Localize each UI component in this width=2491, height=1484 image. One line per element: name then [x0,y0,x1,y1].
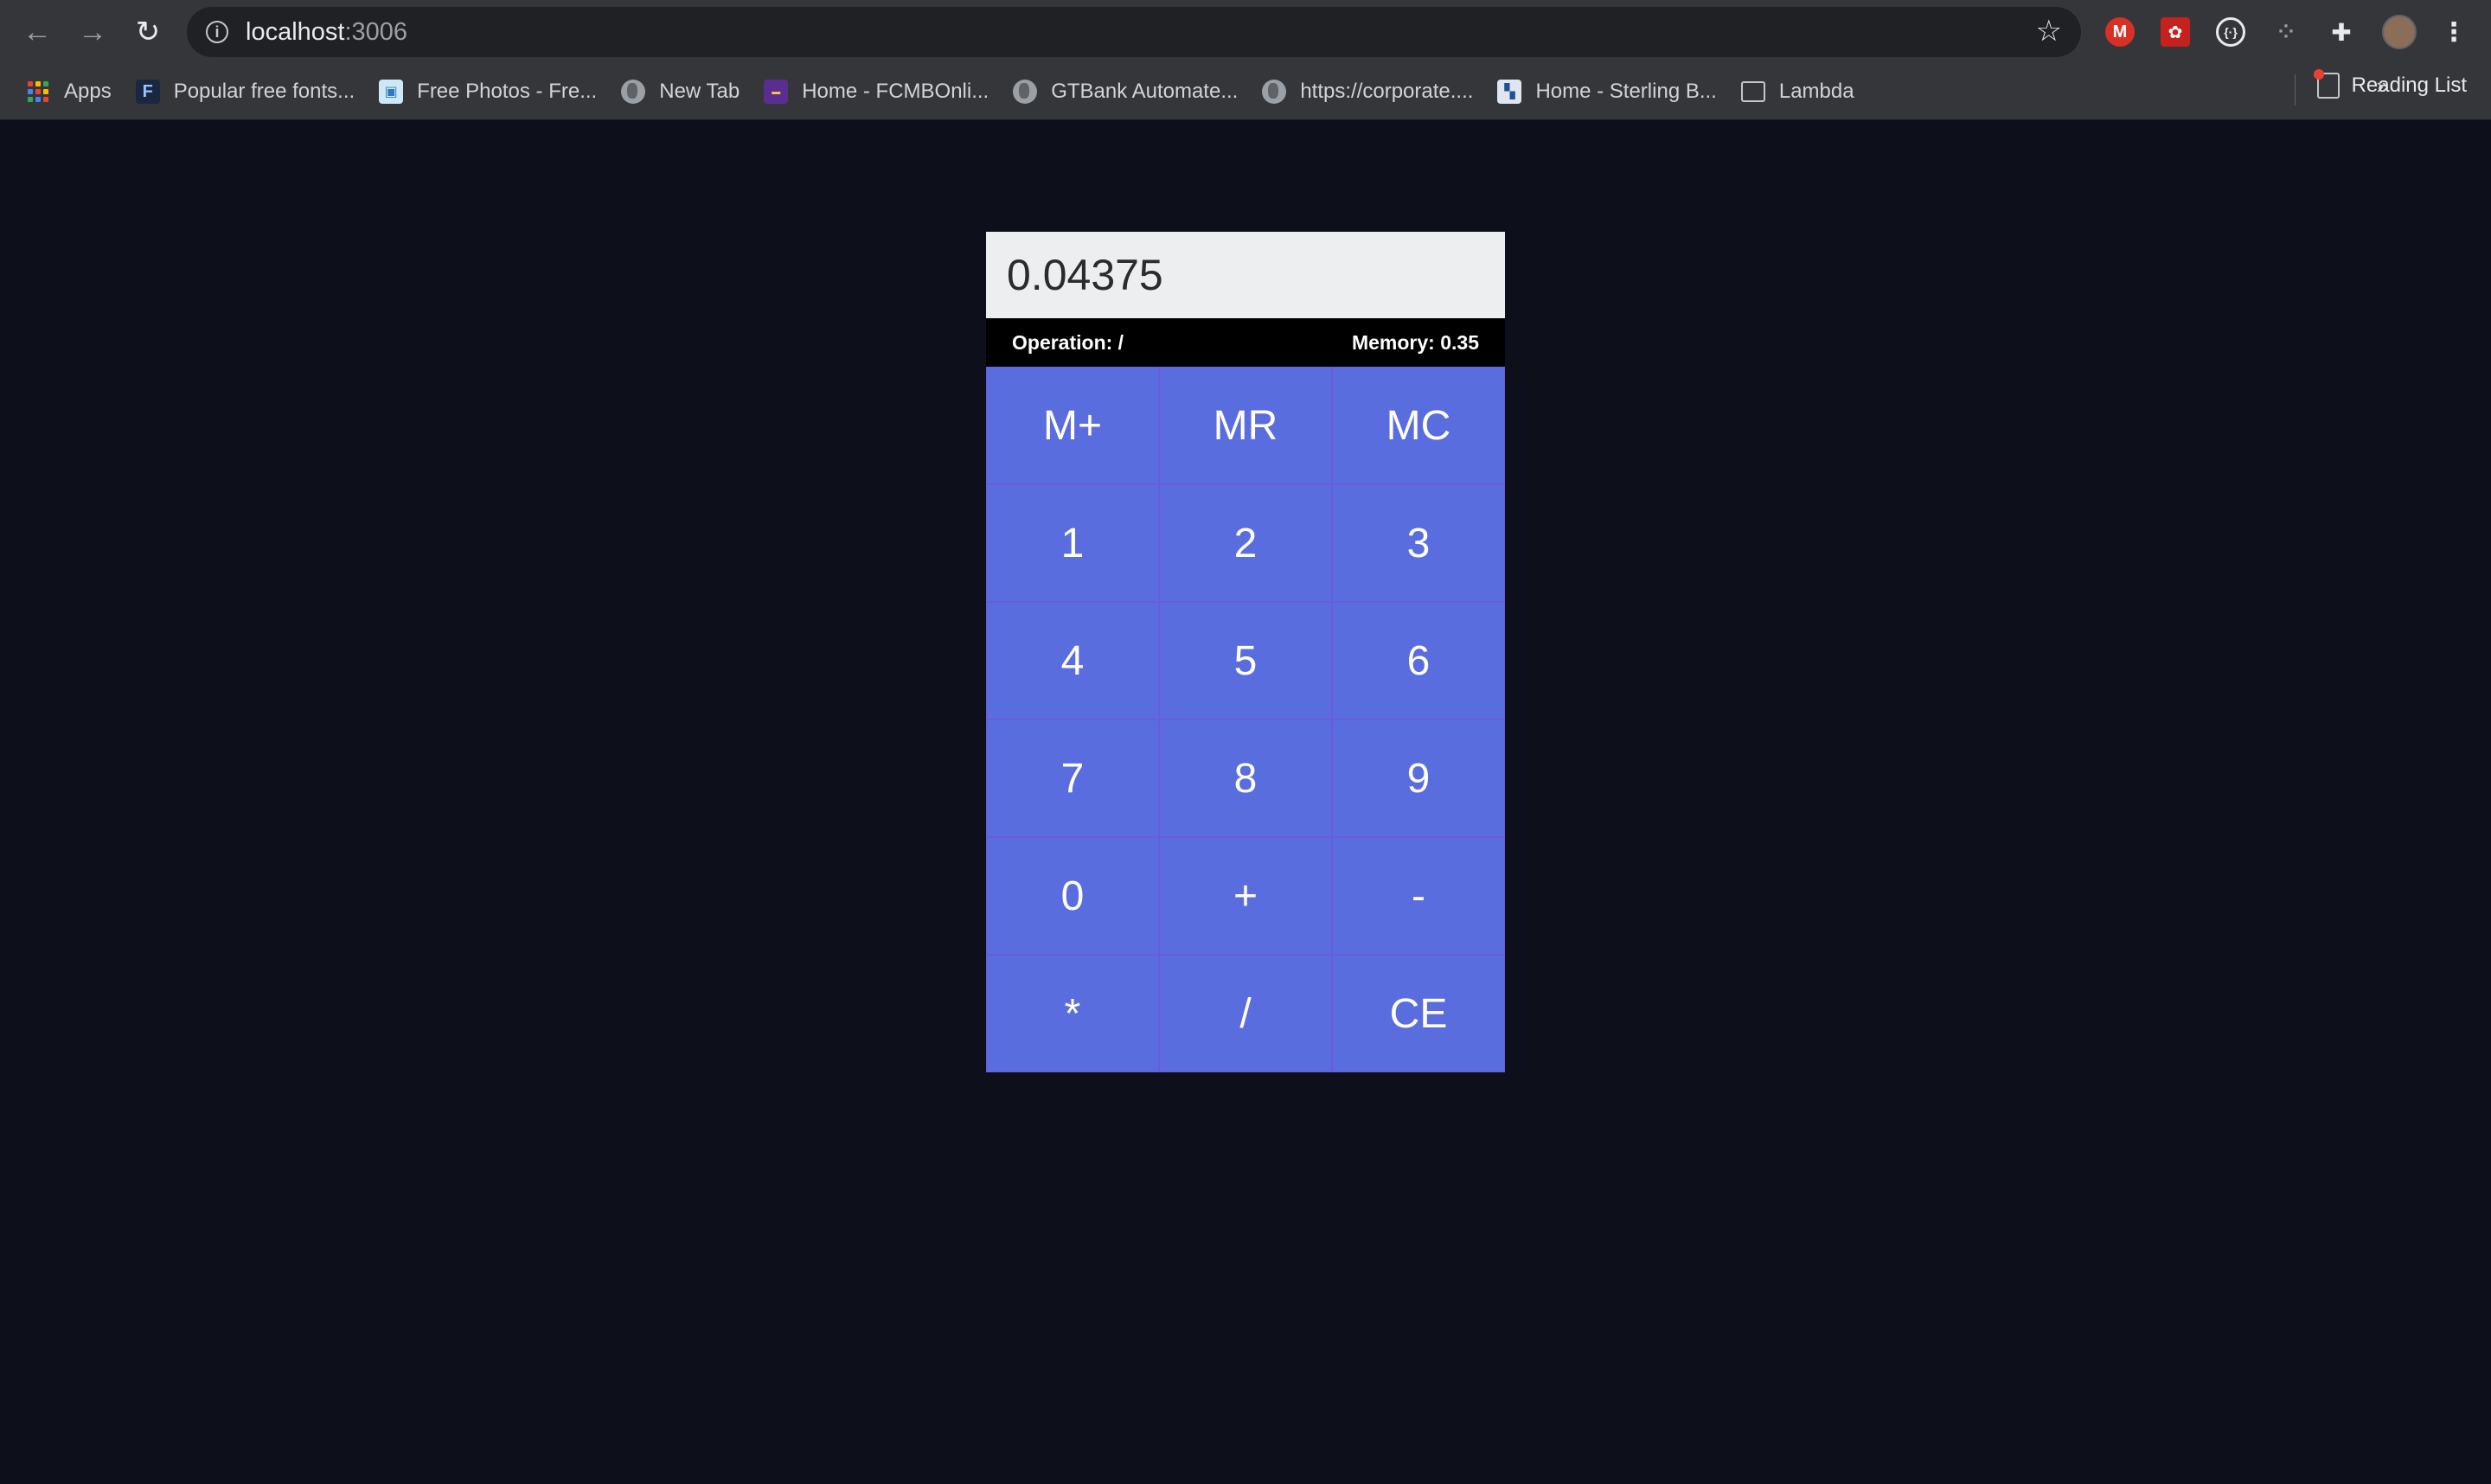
bookmark-label: GTBank Automate... [1051,80,1239,103]
keypad: M+ MR MC 1 2 3 4 5 6 7 8 9 0 + - * / CE [986,367,1505,1072]
reading-list-button[interactable]: Reading List [2313,69,2467,99]
folder-icon [1740,80,1765,104]
bookmark-free-photos[interactable]: ▣ Free Photos - Fre... [367,73,609,111]
url-host: localhost [246,17,345,46]
code-extension-icon[interactable]: {·} [2216,17,2245,47]
digit-4-button[interactable]: 4 [986,602,1159,720]
memory-add-button[interactable]: M+ [986,367,1159,484]
digit-5-button[interactable]: 5 [1159,602,1332,720]
forward-arrow-icon[interactable]: → [73,12,112,52]
digit-1-button[interactable]: 1 [986,484,1159,602]
subtract-button[interactable]: - [1332,837,1505,955]
address-url: localhost:3006 [246,18,407,47]
back-arrow-icon[interactable]: ← [17,12,57,52]
calculator: 0.04375 Operation: / Memory: 0.35 M+ MR … [986,232,1505,1072]
browser-toolbar: ← → ↻ i localhost:3006 ☆ M ✿ {·} ⁘ ✚ ⋮ [0,0,2491,64]
bookmark-apps[interactable]: Apps [14,73,124,111]
bookmark-label: https://corporate.... [1300,80,1474,103]
reading-list-icon [2313,69,2340,99]
globe-icon [1013,80,1038,104]
globe-icon [1262,80,1287,104]
digit-2-button[interactable]: 2 [1159,484,1332,602]
reading-list-label: Reading List [2351,74,2467,97]
puzzle-extensions-icon[interactable]: ✚ [2327,17,2356,47]
profile-avatar[interactable] [2382,15,2417,49]
loading-extension-icon[interactable]: ⁘ [2271,17,2301,47]
globe-icon [621,80,646,104]
fontsquirrel-icon: F [135,80,160,104]
apps-grid-icon [26,80,50,104]
divide-button[interactable]: / [1159,955,1332,1072]
bookmark-label: Apps [64,80,112,103]
digit-7-button[interactable]: 7 [986,720,1159,837]
bookmarks-bar: Apps F Popular free fonts... ▣ Free Phot… [0,64,2491,120]
bookmark-label: Home - Sterling B... [1535,80,1717,103]
calculator-display: 0.04375 [986,232,1505,318]
photos-icon: ▣ [379,80,404,104]
display-value: 0.04375 [1007,251,1163,299]
bookmark-label: New Tab [659,80,740,103]
reload-icon[interactable]: ↻ [128,12,168,52]
address-bar[interactable]: i localhost:3006 ☆ [187,7,2081,57]
digit-8-button[interactable]: 8 [1159,720,1332,837]
red-extension-icon[interactable]: ✿ [2161,17,2190,47]
url-port: :3006 [344,17,408,46]
digit-9-button[interactable]: 9 [1332,720,1505,837]
memory-clear-button[interactable]: MC [1332,367,1505,484]
digit-0-button[interactable]: 0 [986,837,1159,955]
operation-label: Operation: / [1012,330,1124,354]
menu-kebab-icon[interactable]: ⋮ [2439,17,2469,47]
add-button[interactable]: + [1159,837,1332,955]
digit-3-button[interactable]: 3 [1332,484,1505,602]
bookmark-folder-lambda[interactable]: Lambda [1729,73,1867,111]
memory-label: Memory: 0.35 [1351,330,1479,354]
mega-extension-icon[interactable]: M [2105,17,2135,47]
bookmark-label: Popular free fonts... [173,80,355,103]
bookmark-label: Free Photos - Fre... [417,80,598,103]
bookmarks-divider [2295,74,2296,106]
memory-recall-button[interactable]: MR [1159,367,1332,484]
bookmark-fcmb[interactable]: ▬ Home - FCMBOnli... [752,73,1001,111]
bookmark-label: Home - FCMBOnli... [802,80,989,103]
clear-entry-button[interactable]: CE [1332,955,1505,1072]
bookmark-label: Lambda [1778,80,1854,103]
digit-6-button[interactable]: 6 [1332,602,1505,720]
bookmark-corporate[interactable]: https://corporate.... [1250,73,1485,111]
sterling-icon: ▚ [1497,80,1522,104]
bookmark-new-tab[interactable]: New Tab [609,73,752,111]
site-info-icon[interactable]: i [206,21,228,43]
calculator-status-bar: Operation: / Memory: 0.35 [986,318,1505,367]
multiply-button[interactable]: * [986,955,1159,1072]
bookmark-star-icon[interactable]: ☆ [2036,14,2062,48]
fcmb-icon: ▬ [764,80,789,104]
bookmark-gtbank[interactable]: GTBank Automate... [1001,73,1250,111]
bookmark-popular-fonts[interactable]: F Popular free fonts... [124,73,367,111]
bookmark-sterling[interactable]: ▚ Home - Sterling B... [1485,73,1728,111]
